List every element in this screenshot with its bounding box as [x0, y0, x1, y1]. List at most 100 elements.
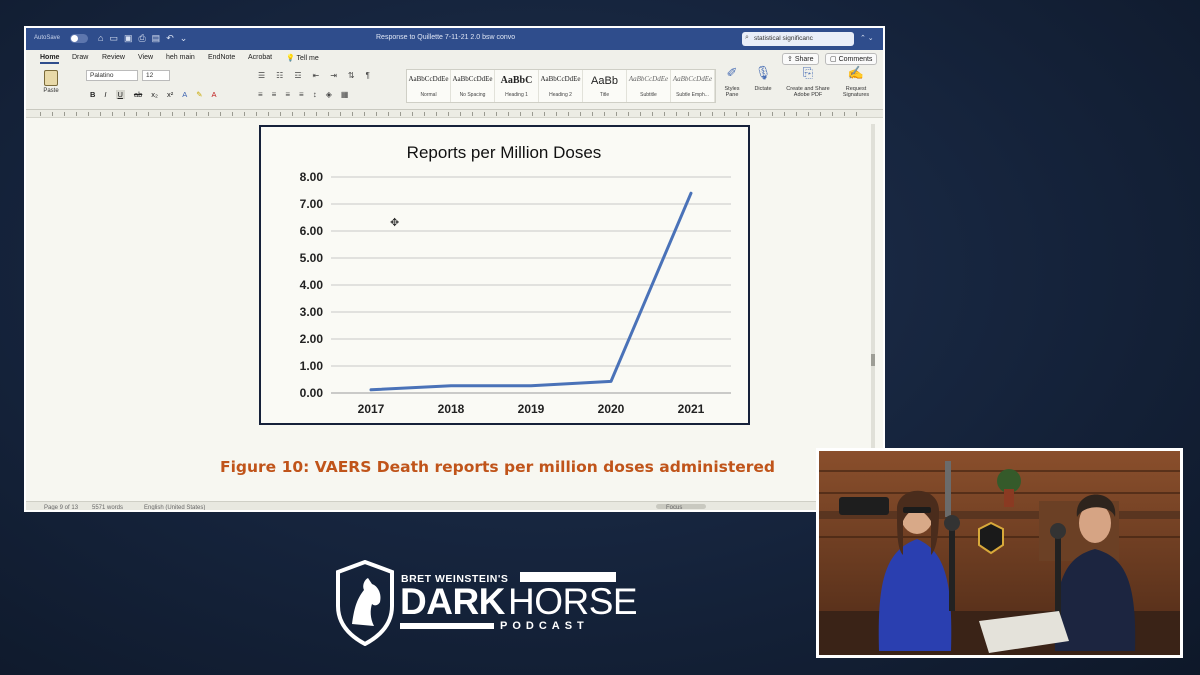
window-controls[interactable]: ⌃ ⌄: [860, 34, 874, 42]
share-button[interactable]: ⇪ Share: [782, 53, 819, 65]
chart-title: Reports per Million Doses: [407, 143, 602, 162]
undo-icon[interactable]: ↶: [166, 33, 174, 44]
increase-indent-icon[interactable]: ⇥: [330, 71, 337, 80]
clipboard-icon: [44, 70, 58, 86]
superscript-icon[interactable]: x²: [167, 90, 173, 99]
styles-pane-icon: ✐: [726, 65, 738, 80]
document-title: Response to Quillette 7-11-21 2.0 bsw co…: [376, 34, 516, 41]
figure-caption: Figure 10: VAERS Death reports per milli…: [220, 458, 776, 476]
search-field[interactable]: ⌕ statistical significanc: [742, 32, 854, 46]
y-tick-label: 6.00: [300, 224, 324, 238]
italic-icon[interactable]: I: [104, 90, 106, 99]
shared-screen: AutoSave ⌂ ▭ ▣ ⎙ ▤ ↶ ⌄ Response to Quill…: [24, 26, 885, 512]
tab-home[interactable]: Home: [40, 54, 60, 64]
style-heading-2[interactable]: AaBbCcDdEe Heading 2: [539, 70, 583, 102]
strikethrough-icon[interactable]: ab: [134, 90, 142, 99]
status-bar: Page 9 of 13 5571 words English (United …: [26, 501, 883, 510]
paragraph-row-1: ☰ ☷ ☲ ⇤ ⇥ ⇅ ¶: [258, 71, 370, 80]
x-tick-label: 2019: [518, 402, 545, 416]
align-center-icon[interactable]: ≡: [272, 90, 277, 99]
align-right-icon[interactable]: ≡: [285, 90, 290, 99]
logo-horse: HORSE: [508, 581, 638, 622]
font-name-select[interactable]: Palatino: [86, 70, 138, 81]
chart-frame[interactable]: Reports per Million Doses 0.00 1.00 2.00 3.…: [259, 125, 750, 425]
dictate-button[interactable]: 🎙 Dictate: [750, 65, 776, 92]
text-effects-icon[interactable]: A: [182, 90, 187, 99]
underline-icon[interactable]: U: [115, 90, 125, 99]
align-left-icon[interactable]: ≡: [258, 90, 263, 99]
y-tick-label: 3.00: [300, 305, 324, 319]
style-title[interactable]: AaBb Title: [583, 70, 627, 102]
focus-button[interactable]: Focus: [666, 505, 682, 510]
lightbulb-icon: 💡: [286, 55, 295, 62]
pdf-icon: ⎘: [802, 65, 814, 80]
request-signatures-button[interactable]: ✍ Request Signatures: [836, 65, 876, 98]
subscript-icon[interactable]: x₂: [151, 90, 158, 99]
page-count[interactable]: Page 9 of 13: [44, 505, 78, 510]
ribbon-tabs: Home Draw Review View heh main EndNote A…: [26, 50, 883, 66]
multilevel-list-icon[interactable]: ☲: [294, 71, 301, 80]
x-tick-label: 2020: [598, 402, 625, 416]
vertical-scrollbar[interactable]: [871, 124, 875, 494]
autosave-toggle[interactable]: [70, 34, 88, 43]
print-icon[interactable]: ⎙: [138, 33, 145, 44]
style-normal[interactable]: AaBbCcDdEe Normal: [407, 70, 451, 102]
paste-button[interactable]: Paste: [36, 70, 66, 94]
font-size-select[interactable]: 12: [142, 70, 170, 81]
decrease-indent-icon[interactable]: ⇤: [313, 71, 320, 80]
save-icon[interactable]: ▣: [124, 33, 133, 44]
autosave-label: AutoSave: [34, 35, 61, 41]
word-count[interactable]: 5571 words: [92, 505, 123, 510]
series-line: [369, 191, 693, 392]
comment-icon: ▢: [830, 56, 837, 63]
style-no-spacing[interactable]: AaBbCcDdEe No Spacing: [451, 70, 495, 102]
home-icon[interactable]: ⌂: [98, 33, 103, 44]
y-tick-label: 0.00: [300, 386, 324, 400]
x-tick-label: 2018: [438, 402, 465, 416]
sort-icon[interactable]: ⇅: [348, 71, 355, 80]
justify-icon[interactable]: ≡: [299, 90, 304, 99]
tab-review[interactable]: Review: [102, 54, 125, 61]
style-subtle-emphasis[interactable]: AaBbCcDdEe Subtle Emph...: [671, 70, 715, 102]
tab-acrobat[interactable]: Acrobat: [248, 54, 272, 61]
logo-dark: DARK: [400, 581, 505, 622]
pilcrow-icon[interactable]: ¶: [366, 71, 370, 80]
styles-pane-button[interactable]: ✐ Styles Pane: [720, 65, 744, 98]
title-bar: AutoSave ⌂ ▭ ▣ ⎙ ▤ ↶ ⌄ Response to Quill…: [26, 28, 883, 50]
create-pdf-button[interactable]: ⎘ Create and Share Adobe PDF: [782, 65, 834, 98]
tab-draw[interactable]: Draw: [72, 54, 88, 61]
quick-access-toolbar: ⌂ ▭ ▣ ⎙ ▤ ↶ ⌄: [98, 33, 187, 44]
bullets-icon[interactable]: ☰: [258, 71, 265, 80]
y-tick-label: 5.00: [300, 251, 324, 265]
y-tick-label: 4.00: [300, 278, 324, 292]
numbering-icon[interactable]: ☷: [276, 71, 283, 80]
darkhorse-logo: BRET WEINSTEIN'S DARK HORSE PODCAST: [334, 560, 638, 646]
y-tick-label: 2.00: [300, 332, 324, 346]
bold-icon[interactable]: B: [90, 90, 95, 99]
microphone-icon: 🎙: [754, 65, 772, 80]
tab-heh-main[interactable]: heh main: [166, 54, 195, 61]
share-icon: ⇪: [787, 56, 793, 63]
tab-endnote[interactable]: EndNote: [208, 54, 235, 61]
trash-icon[interactable]: ▤: [152, 33, 161, 44]
tab-view[interactable]: View: [138, 54, 153, 61]
shading-icon[interactable]: ◈: [326, 90, 332, 99]
search-input[interactable]: statistical significanc: [754, 35, 813, 42]
y-tick-label: 7.00: [300, 197, 324, 211]
signature-icon: ✍: [847, 65, 865, 80]
font-color-icon[interactable]: A: [212, 90, 217, 99]
style-subtitle[interactable]: AaBbCcDdEe Subtitle: [627, 70, 671, 102]
styles-gallery: AaBbCcDdEe Normal AaBbCcDdEe No Spacing Aa…: [406, 69, 716, 103]
scrollbar-thumb[interactable]: [871, 354, 875, 366]
style-heading-1[interactable]: AaBbC Heading 1: [495, 70, 539, 102]
horse-shield-icon: [336, 560, 394, 646]
tab-tell-me[interactable]: 💡 Tell me: [286, 54, 319, 62]
highlight-icon[interactable]: ✎: [196, 90, 202, 99]
customize-icon[interactable]: ⌄: [180, 33, 188, 44]
ruler[interactable]: [26, 110, 883, 118]
borders-icon[interactable]: ▦: [341, 90, 349, 99]
line-spacing-icon[interactable]: ↕: [313, 90, 317, 99]
comments-button[interactable]: ▢ Comments: [825, 53, 878, 65]
new-doc-icon[interactable]: ▭: [109, 33, 118, 44]
language-indicator[interactable]: English (United States): [144, 505, 205, 510]
